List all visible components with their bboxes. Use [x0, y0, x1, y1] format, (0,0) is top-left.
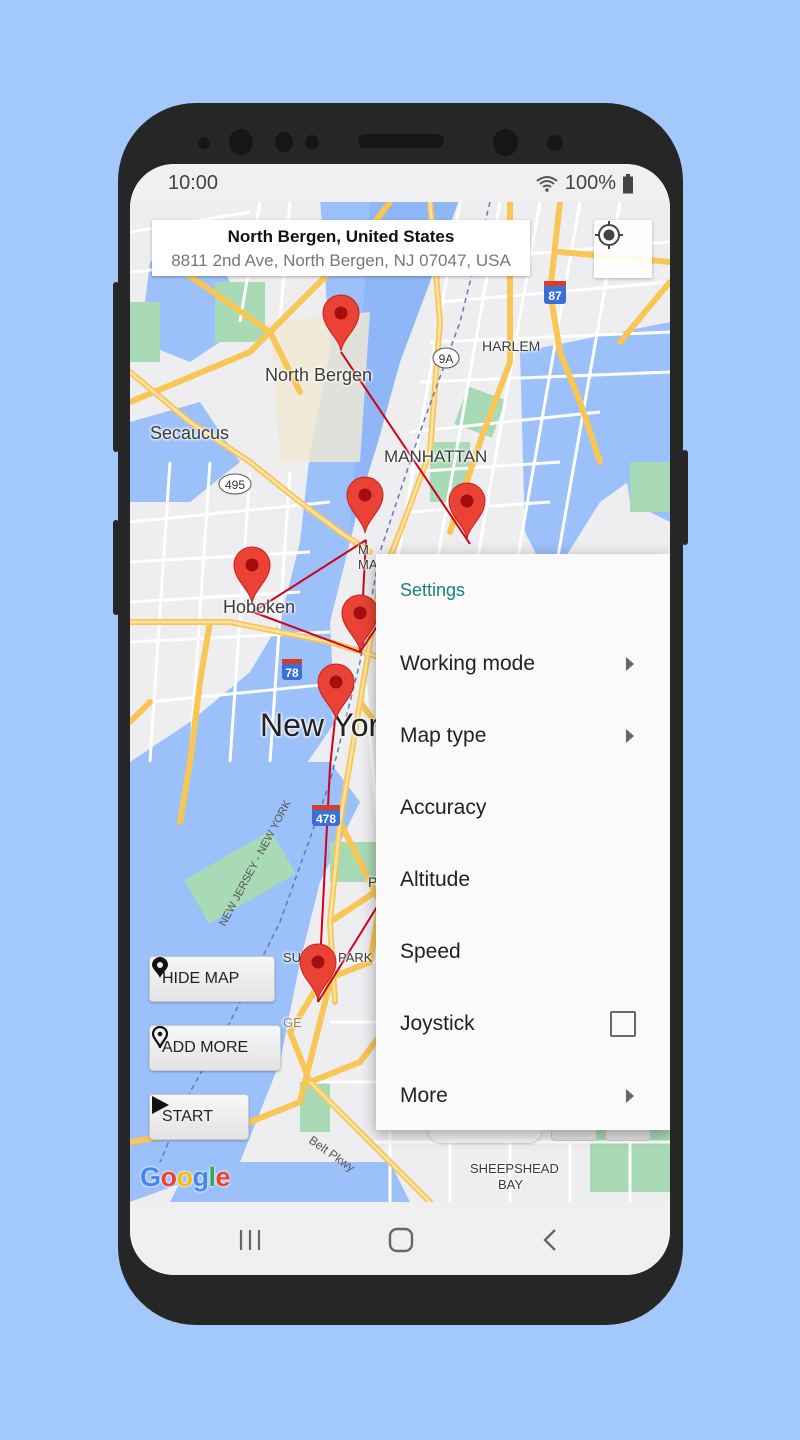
map-pin[interactable] — [233, 546, 271, 604]
label-bay: BAY — [498, 1177, 524, 1192]
label-midtown-a: M — [358, 542, 369, 557]
address-card[interactable]: North Bergen, United States 8811 2nd Ave… — [152, 220, 530, 276]
submenu-arrow-icon — [626, 657, 634, 671]
label-midtown-b: MA — [358, 557, 378, 572]
map-pin[interactable] — [341, 594, 379, 652]
map-pin[interactable] — [299, 943, 337, 1001]
status-bar: 10:00 100% — [130, 164, 670, 202]
bixby-button — [113, 520, 119, 615]
menu-item-altitude[interactable]: Altitude — [376, 844, 670, 916]
sensor — [305, 135, 319, 150]
submenu-arrow-icon — [626, 729, 634, 743]
wifi-icon — [536, 175, 558, 192]
menu-item-label: Joystick — [400, 1012, 475, 1035]
menu-item-label: Altitude — [400, 868, 471, 891]
hide-map-button[interactable]: HIDE MAP — [149, 956, 275, 1002]
address-line: 8811 2nd Ave, North Bergen, NJ 07047, US… — [171, 251, 511, 270]
label-manhattan: MANHATTAN — [384, 447, 488, 466]
sensor — [275, 132, 293, 152]
play-icon — [152, 1096, 169, 1114]
my-location-button[interactable] — [594, 220, 652, 278]
map-pin[interactable] — [346, 476, 384, 534]
sensor — [547, 135, 563, 151]
add-more-button[interactable]: ADD MORE — [149, 1025, 281, 1071]
status-time: 10:00 — [168, 172, 219, 194]
screen: 10:00 100% 87 9A 495 78 478 NEW JERSEY -… — [130, 164, 670, 1275]
menu-item-working-mode[interactable]: Working mode — [376, 628, 670, 700]
menu-item-more[interactable]: More — [376, 1060, 670, 1132]
volume-button — [113, 282, 119, 452]
start-button[interactable]: START — [149, 1094, 249, 1140]
settings-menu-header: Settings — [400, 580, 466, 600]
label-sheepshead: SHEEPSHEAD — [470, 1161, 559, 1176]
shield-9a: 9A — [439, 352, 454, 366]
menu-item-label: Speed — [400, 940, 461, 963]
menu-item-speed[interactable]: Speed — [376, 916, 670, 988]
battery-full-icon — [623, 173, 633, 193]
location-pin-outline-icon — [151, 1026, 169, 1048]
joystick-checkbox[interactable] — [610, 1011, 636, 1037]
back-icon[interactable] — [542, 1228, 558, 1252]
recents-icon[interactable] — [238, 1229, 262, 1251]
menu-item-label: Accuracy — [400, 796, 487, 819]
sensor — [198, 137, 210, 149]
label-harlem: HARLEM — [482, 338, 541, 354]
shield-87: 87 — [548, 289, 562, 303]
add-more-label: ADD MORE — [162, 1039, 249, 1056]
iris-camera — [493, 129, 518, 156]
label-bay-ridge: GE — [283, 1015, 302, 1030]
menu-item-label: Working mode — [400, 652, 536, 675]
menu-item-label: More — [400, 1084, 448, 1107]
power-button — [682, 450, 688, 545]
label-sunset-park-b: PARK — [338, 950, 373, 965]
shield-78: 78 — [285, 666, 299, 680]
google-logo: Google — [140, 1162, 231, 1192]
earpiece-speaker — [358, 134, 444, 148]
shield-478: 478 — [316, 812, 336, 826]
location-pin-filled-icon — [152, 957, 168, 978]
label-north-bergen: North Bergen — [265, 365, 373, 385]
home-icon[interactable] — [388, 1227, 414, 1253]
shield-495: 495 — [225, 478, 245, 492]
front-camera — [229, 129, 253, 155]
settings-menu: Settings Working mode Map type Accuracy … — [376, 554, 670, 1130]
map-pin[interactable] — [317, 663, 355, 721]
status-right: 100% — [535, 172, 634, 195]
menu-item-label: Map type — [400, 724, 487, 747]
menu-item-accuracy[interactable]: Accuracy — [376, 772, 670, 844]
submenu-arrow-icon — [626, 1089, 634, 1103]
menu-item-map-type[interactable]: Map type — [376, 700, 670, 772]
hide-map-label: HIDE MAP — [162, 970, 240, 987]
menu-item-joystick[interactable]: Joystick — [376, 988, 670, 1060]
label-secaucus: Secaucus — [150, 423, 230, 443]
crosshair-icon — [595, 221, 623, 249]
map-view[interactable]: 87 9A 495 78 478 NEW JERSEY - NEW YORK B… — [130, 202, 670, 1202]
map-pin[interactable] — [448, 482, 486, 540]
address-title: North Bergen, United States — [227, 227, 455, 246]
navigation-bar — [130, 1202, 670, 1275]
battery-percent: 100% — [564, 172, 616, 194]
map-pin[interactable] — [322, 294, 360, 352]
